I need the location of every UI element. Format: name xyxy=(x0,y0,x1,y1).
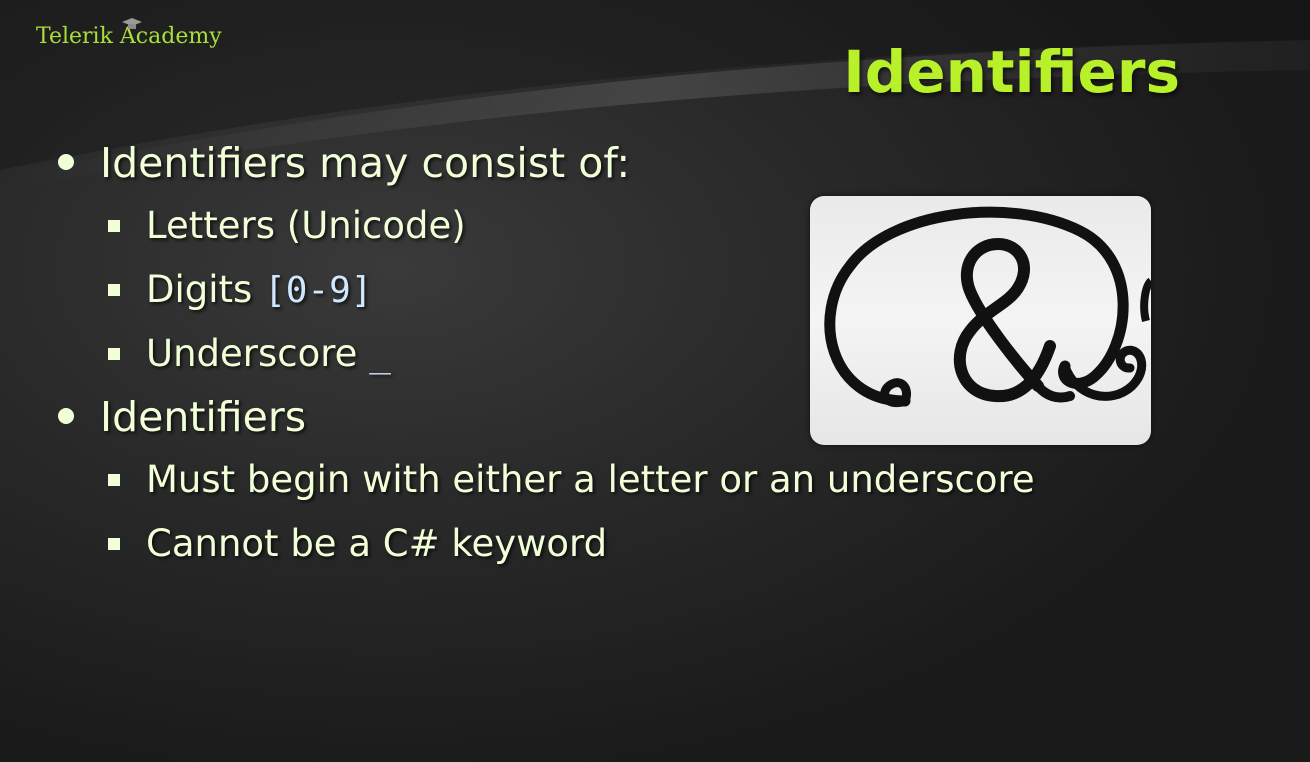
square-bullet-icon xyxy=(108,538,120,550)
bullet-text: Identifiers may consist of: xyxy=(100,139,631,187)
ampersand-icon xyxy=(824,206,1151,408)
square-bullet-icon xyxy=(108,474,120,486)
telerik-academy-logo: Telerik Academy xyxy=(36,18,222,49)
bullet-text: Identifiers xyxy=(100,393,307,441)
sub-bullet-not-keyword: Cannot be a C# keyword xyxy=(58,512,1158,576)
sub-bullet-must-begin: Must begin with either a letter or an un… xyxy=(58,448,1158,512)
sub-bullet-text: Underscore xyxy=(146,332,370,375)
ampersand-picture xyxy=(810,196,1151,445)
code-underscore: _ xyxy=(369,334,391,375)
bullet-item-consist-of: Identifiers may consist of: xyxy=(58,132,1158,194)
square-bullet-icon xyxy=(108,220,120,232)
graduation-cap-icon xyxy=(122,18,142,29)
sub-bullet-text: Digits xyxy=(146,268,265,311)
sub-bullet-text: Cannot be a C# keyword xyxy=(146,522,608,565)
bullet-dot-icon xyxy=(58,408,74,424)
sub-bullet-text: Must begin with either a letter or an un… xyxy=(146,458,1035,501)
square-bullet-icon xyxy=(108,284,120,296)
sub-bullet-text: Letters (Unicode) xyxy=(146,204,466,247)
code-digits-range: [0-9] xyxy=(264,270,373,311)
square-bullet-icon xyxy=(108,348,120,360)
bullet-dot-icon xyxy=(58,154,74,170)
slide-title: Identifiers xyxy=(843,38,1180,106)
